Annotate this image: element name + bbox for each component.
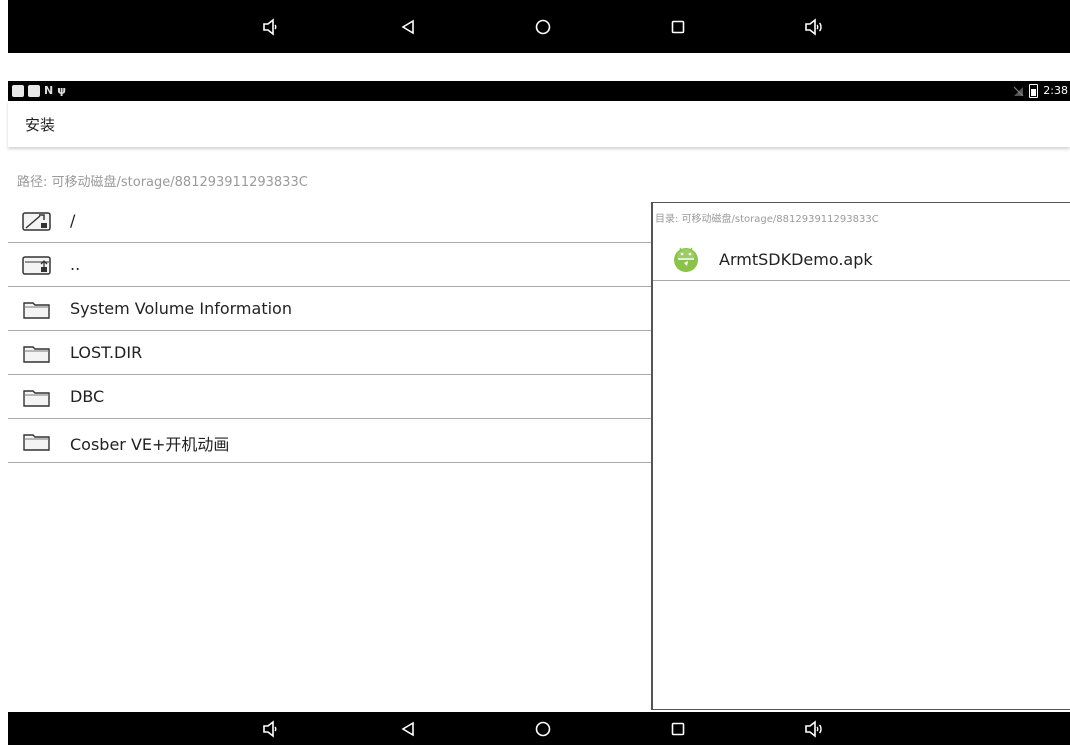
- app-bar: 安装: [8, 101, 1070, 147]
- files-panel: 目录: 可移动磁盘/storage/881293911293833C ArmtS…: [651, 202, 1070, 710]
- list-item-folder[interactable]: Cosber VE+开机动画: [8, 419, 651, 463]
- back-icon[interactable]: [396, 717, 420, 741]
- list-item-label: Cosber VE+开机动画: [70, 435, 230, 454]
- list-item-file[interactable]: ArmtSDKDemo.apk: [653, 237, 1070, 281]
- android-apk-icon: [674, 247, 698, 272]
- list-item-label: LOST.DIR: [70, 343, 143, 362]
- folder-icon: [23, 390, 50, 407]
- recents-icon[interactable]: [666, 717, 690, 741]
- folder-icon: [23, 346, 50, 363]
- nfc-icon: N: [44, 84, 54, 97]
- home-icon[interactable]: [531, 717, 555, 741]
- page-title: 安装: [25, 116, 56, 134]
- list-item-folder[interactable]: LOST.DIR: [8, 331, 651, 375]
- list-item-label: /: [70, 211, 76, 230]
- no-signal-icon: [1013, 86, 1024, 96]
- volume-up-icon[interactable]: [802, 15, 826, 39]
- folder-icon: [23, 434, 50, 451]
- current-path-label: 路径: 可移动磁盘/storage/881293911293833C: [17, 175, 308, 190]
- list-item-label: DBC: [70, 387, 105, 406]
- status-time: 2:38: [1043, 84, 1068, 97]
- file-name: ArmtSDKDemo.apk: [719, 250, 873, 269]
- list-item-label: ..: [70, 255, 81, 274]
- top-navigation-bar: [8, 0, 1070, 53]
- list-item-label: System Volume Information: [70, 299, 292, 318]
- folder-root-icon: [22, 212, 51, 231]
- volume-up-icon[interactable]: [802, 717, 826, 741]
- folder-list: / .. System Volume Information LOST.DIR …: [8, 199, 651, 463]
- volume-down-icon[interactable]: [259, 15, 283, 39]
- list-item-root[interactable]: /: [8, 199, 651, 243]
- notification-icons: N ψ: [12, 84, 66, 98]
- list-item-folder[interactable]: System Volume Information: [8, 287, 651, 331]
- bottom-navigation-bar: [8, 712, 1070, 745]
- notification-icon: [28, 85, 40, 97]
- usb-icon: ψ: [57, 84, 66, 97]
- notification-icon: [12, 85, 24, 97]
- recents-icon[interactable]: [666, 15, 690, 39]
- list-item-folder[interactable]: DBC: [8, 375, 651, 419]
- folder-icon: [23, 302, 50, 319]
- battery-icon: [1029, 84, 1039, 98]
- list-item-parent[interactable]: ..: [8, 243, 651, 287]
- directory-label: 目录: 可移动磁盘/storage/881293911293833C: [655, 214, 879, 225]
- status-bar: N ψ 2:38: [8, 81, 1070, 101]
- home-icon[interactable]: [531, 15, 555, 39]
- folder-up-icon: [22, 256, 51, 275]
- volume-down-icon[interactable]: [259, 717, 283, 741]
- back-icon[interactable]: [396, 15, 420, 39]
